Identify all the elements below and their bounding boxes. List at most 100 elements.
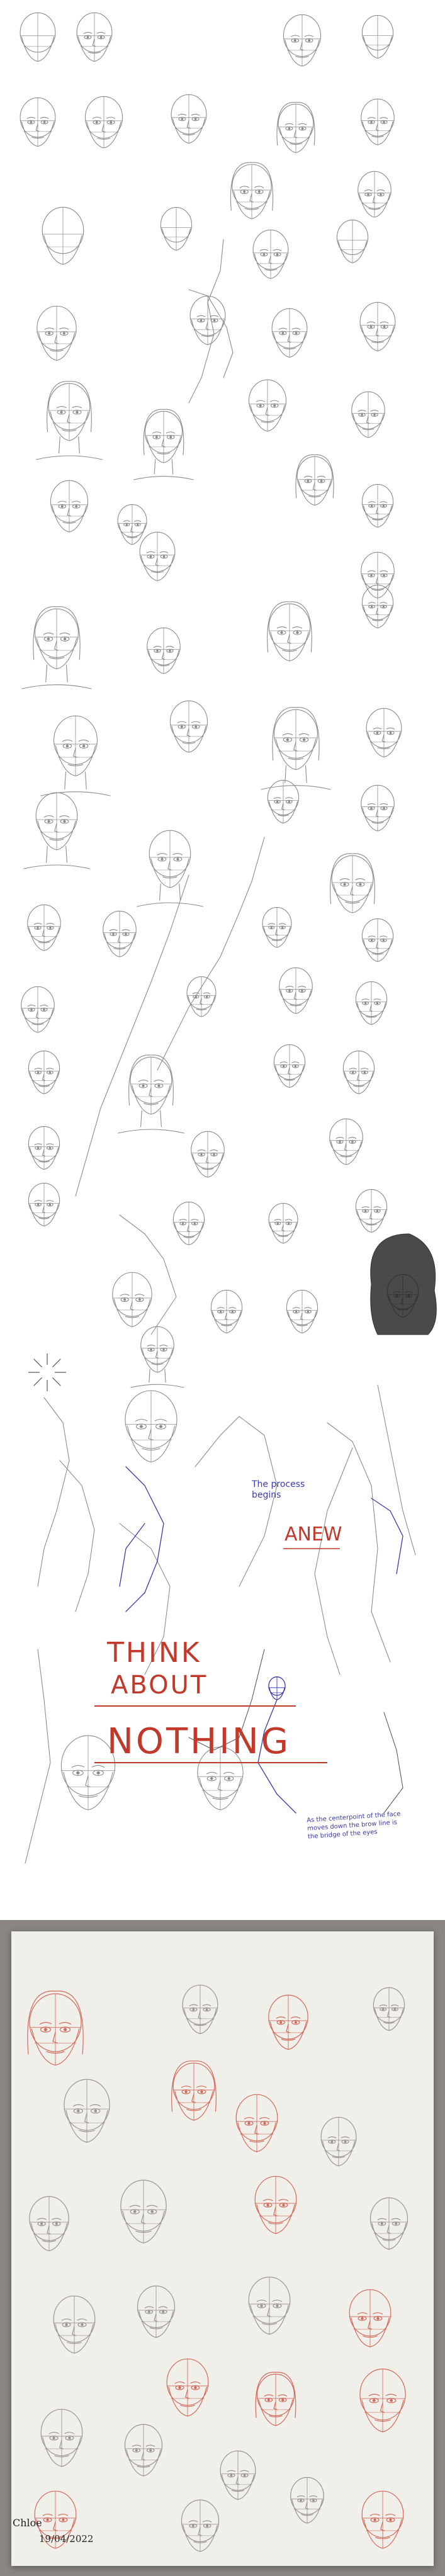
sketch-face: [28, 1182, 60, 1227]
sketch-face: [361, 98, 395, 145]
sketch-face: [268, 1994, 308, 2050]
sketch-face: [373, 1987, 405, 2031]
sketch-face: [248, 2276, 291, 2335]
gesture-line: [119, 1214, 177, 1335]
sketch-face: [42, 206, 84, 265]
sketch-face: [84, 96, 123, 149]
sketch-face: [112, 1272, 152, 1328]
sketch-face: [330, 853, 375, 913]
signature-name: Chloe: [13, 2517, 42, 2529]
sketch-face: [191, 1131, 225, 1178]
sketch-face: [125, 1390, 177, 1463]
sketch-face: [136, 830, 204, 907]
paper-sheet: [11, 1931, 434, 2566]
sketch-face: [261, 707, 331, 790]
digital-sketch-panel: [0, 0, 445, 1920]
sketch-face: [20, 97, 56, 147]
sketch-face: [28, 1126, 60, 1170]
sketch-face: [40, 2409, 83, 2467]
sketch-face: [271, 308, 308, 358]
process-label: The process begins: [252, 1479, 305, 1500]
gesture-line: [194, 1416, 278, 1587]
sketch-face: [286, 1289, 318, 1334]
sketch-face: [103, 910, 137, 958]
sketch-face: [137, 2285, 176, 2338]
sketch-face: [262, 907, 292, 948]
sketch-face: [186, 976, 217, 1017]
sketch-face: [361, 14, 394, 59]
gesture-line: [119, 1523, 145, 1587]
sketch-face: [295, 455, 334, 506]
impact-line: [52, 1359, 61, 1367]
sketch-face: [252, 229, 289, 280]
sketch-face: [273, 1044, 306, 1088]
sketch-face: [147, 627, 181, 674]
sketch-face: [120, 2179, 167, 2244]
sketch-face: [220, 2450, 256, 2500]
photo-sketch-panel: [0, 1920, 445, 2576]
sketch-face: [53, 2295, 96, 2354]
sketch-face: [349, 2289, 391, 2347]
gesture-line: [59, 1460, 95, 1612]
think-label: THINK: [107, 1637, 201, 1669]
nothing-label: NOTHING: [107, 1721, 291, 1762]
gesture-line: [157, 837, 265, 1071]
sketch-face: [27, 904, 61, 951]
sketch-face: [27, 1991, 84, 2066]
sketch-face: [160, 206, 193, 251]
sketch-face: [254, 2176, 297, 2234]
sketch-face: [359, 2368, 406, 2432]
gesture-line: [37, 1397, 70, 1587]
sketch-face: [20, 12, 56, 62]
sketch-face: [117, 1054, 185, 1134]
sketch-face: [117, 504, 147, 545]
dark-hair: [370, 1233, 437, 1335]
sketch-face: [355, 981, 388, 1025]
sketch-face: [320, 2116, 357, 2167]
sketch-face: [23, 792, 91, 869]
sketch-face: [290, 2477, 324, 2524]
impact-line: [33, 1377, 42, 1386]
sketch-face: [172, 1201, 205, 1246]
sketch-face: [248, 379, 287, 432]
about-label: ABOUT: [111, 1671, 208, 1700]
sketch-face: [268, 1676, 286, 1700]
gesture-line: [383, 1712, 403, 1814]
sketch-face: [64, 2079, 110, 2143]
sketch-face: [169, 700, 208, 753]
sketch-face: [29, 2196, 69, 2252]
impact-line: [52, 1377, 61, 1386]
sketch-face: [133, 409, 194, 480]
sketch-face: [76, 12, 113, 62]
sketch-face: [235, 2094, 278, 2152]
sketch-face: [342, 1050, 375, 1095]
sketch-face: [124, 2424, 163, 2477]
paper-sketch-canvas: [27, 1984, 408, 2552]
sketch-face: [171, 2060, 217, 2121]
sketch-face: [361, 918, 394, 963]
gesture-line: [25, 1649, 51, 1864]
sketch-face: [355, 1189, 388, 1233]
sketch-face: [130, 1326, 184, 1388]
sketch-face: [361, 584, 394, 629]
sketch-face: [28, 1050, 60, 1095]
sketch-face: [267, 601, 312, 662]
sketch-face: [361, 483, 394, 528]
gesture-line: [188, 239, 224, 404]
sketch-face: [366, 708, 402, 758]
sketch-face: [171, 94, 207, 144]
sketch-face: [210, 1289, 243, 1334]
sketch-face: [361, 784, 395, 832]
sketch-face: [166, 2358, 209, 2417]
sketch-face: [279, 967, 313, 1014]
sketch-face: [267, 779, 300, 824]
sketch-face: [21, 986, 55, 1033]
gesture-line: [377, 1384, 416, 1556]
sketch-face: [230, 162, 274, 220]
sketch-face: [329, 1118, 363, 1165]
sketch-face: [40, 715, 111, 796]
gesture-line: [75, 874, 189, 1197]
sketch-face: [50, 480, 89, 533]
sketch-face: [361, 2490, 404, 2549]
sketch-face: [181, 2499, 220, 2552]
